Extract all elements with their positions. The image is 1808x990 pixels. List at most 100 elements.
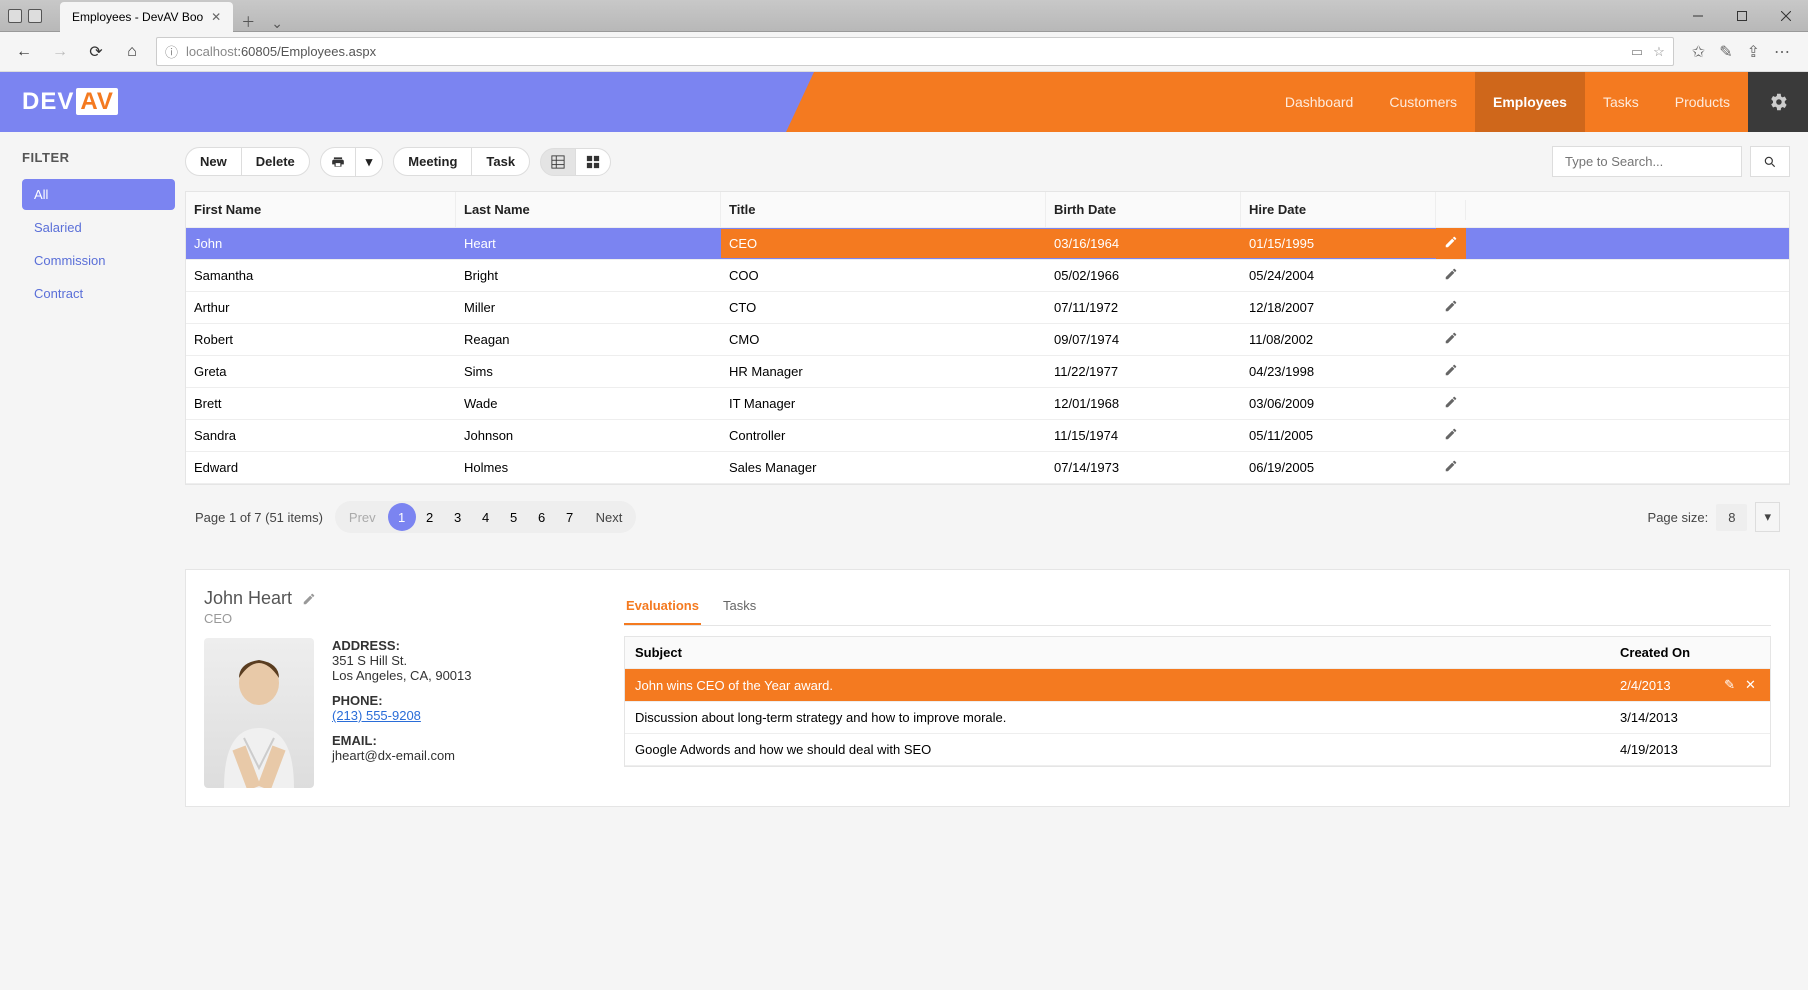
nav-tasks[interactable]: Tasks — [1585, 72, 1657, 132]
table-row[interactable]: EdwardHolmesSales Manager07/14/197306/19… — [186, 452, 1789, 484]
pager-prev[interactable]: Prev — [337, 504, 388, 531]
window-minimize-button[interactable] — [1676, 0, 1720, 32]
edit-row-icon[interactable] — [1436, 260, 1466, 291]
table-row[interactable]: ArthurMillerCTO07/11/197212/18/2007 — [186, 292, 1789, 324]
share-icon[interactable]: ⇪ — [1747, 42, 1760, 62]
tab-close-icon[interactable]: ✕ — [211, 10, 221, 24]
titlebar-app-icons — [0, 9, 50, 23]
avatar — [204, 638, 314, 788]
task-button[interactable]: Task — [471, 147, 530, 176]
browser-back-button[interactable]: ← — [12, 40, 36, 64]
eval-row[interactable]: John wins CEO of the Year award.2/4/2013… — [625, 669, 1770, 702]
browser-forward-button[interactable]: → — [48, 40, 72, 64]
col-last-name[interactable]: Last Name — [456, 192, 721, 227]
col-first-name[interactable]: First Name — [186, 192, 456, 227]
evaluations-table: Subject Created On John wins CEO of the … — [624, 636, 1771, 767]
edit-row-icon[interactable] — [1436, 452, 1466, 483]
edit-eval-icon[interactable]: ✎ — [1724, 677, 1735, 693]
app-logo[interactable]: DEVAV — [22, 88, 118, 116]
filter-salaried[interactable]: Salaried — [22, 212, 175, 243]
detail-tab-evaluations[interactable]: Evaluations — [624, 588, 701, 625]
filter-contract[interactable]: Contract — [22, 278, 175, 309]
detail-title: CEO — [204, 611, 604, 626]
table-row[interactable]: GretaSimsHR Manager11/22/197704/23/1998 — [186, 356, 1789, 388]
edit-row-icon[interactable] — [1436, 228, 1466, 259]
nav-dashboard[interactable]: Dashboard — [1267, 72, 1372, 132]
notes-icon[interactable]: ✎ — [1719, 42, 1732, 62]
pager: Page 1 of 7 (51 items) Prev 1234567 Next… — [185, 485, 1790, 549]
page-size-label: Page size: — [1648, 510, 1709, 525]
table-row[interactable]: SamanthaBrightCOO05/02/196605/24/2004 — [186, 260, 1789, 292]
favorite-icon[interactable]: ☆ — [1653, 44, 1665, 60]
more-icon[interactable]: ⋯ — [1774, 42, 1790, 62]
favorites-hub-icon[interactable]: ✩ — [1692, 42, 1705, 62]
browser-toolbar: ← → ⟳ ⌂ ⓘ localhost:60805/Employees.aspx… — [0, 32, 1808, 72]
settings-button[interactable] — [1748, 72, 1808, 132]
email-value: jheart@dx-email.com — [332, 748, 472, 763]
pager-page-1[interactable]: 1 — [388, 503, 416, 531]
edit-row-icon[interactable] — [1436, 420, 1466, 451]
edit-row-icon[interactable] — [1436, 324, 1466, 355]
new-button[interactable]: New — [185, 147, 242, 176]
pager-next[interactable]: Next — [584, 504, 635, 531]
reader-icon[interactable]: ▭ — [1631, 44, 1643, 60]
col-title[interactable]: Title — [721, 192, 1046, 227]
print-button[interactable] — [320, 147, 356, 177]
edit-row-icon[interactable] — [1436, 292, 1466, 323]
eval-row[interactable]: Discussion about long-term strategy and … — [625, 702, 1770, 734]
col-hire-date[interactable]: Hire Date — [1241, 192, 1436, 227]
new-tab-button[interactable]: ＋ — [233, 12, 263, 32]
table-row[interactable]: JohnHeartCEO03/16/196401/15/1995 — [186, 228, 1789, 260]
edit-name-icon[interactable] — [302, 592, 316, 606]
site-info-icon[interactable]: ⓘ — [165, 42, 178, 61]
browser-tab[interactable]: Employees - DevAV Boo ✕ — [60, 2, 233, 32]
filter-all[interactable]: All — [22, 179, 175, 210]
meeting-button[interactable]: Meeting — [393, 147, 472, 176]
filter-title: FILTER — [22, 150, 175, 165]
browser-home-button[interactable]: ⌂ — [120, 40, 144, 64]
url-path: :60805/Employees.aspx — [237, 44, 376, 59]
table-row[interactable]: RobertReaganCMO09/07/197411/08/2002 — [186, 324, 1789, 356]
nav-products[interactable]: Products — [1657, 72, 1748, 132]
filter-commission[interactable]: Commission — [22, 245, 175, 276]
search-input[interactable] — [1552, 146, 1742, 177]
pager-page-5[interactable]: 5 — [500, 503, 528, 531]
eval-row[interactable]: Google Adwords and how we should deal wi… — [625, 734, 1770, 766]
browser-titlebar: Employees - DevAV Boo ✕ ＋ ⌄ — [0, 0, 1808, 32]
window-close-button[interactable] — [1764, 0, 1808, 32]
pager-page-3[interactable]: 3 — [444, 503, 472, 531]
browser-refresh-button[interactable]: ⟳ — [84, 40, 108, 64]
edit-row-icon[interactable] — [1436, 356, 1466, 387]
col-birth-date[interactable]: Birth Date — [1046, 192, 1241, 227]
pager-page-7[interactable]: 7 — [556, 503, 584, 531]
filter-sidebar: FILTER AllSalariedCommissionContract — [0, 132, 185, 990]
url-bar[interactable]: ⓘ localhost:60805/Employees.aspx ▭ ☆ — [156, 37, 1674, 66]
eval-col-subject[interactable]: Subject — [625, 637, 1610, 668]
page-size-dropdown[interactable]: ▾ — [1755, 502, 1780, 532]
detail-tab-tasks[interactable]: Tasks — [721, 588, 758, 625]
email-label: EMAIL: — [332, 733, 472, 748]
card-view-button[interactable] — [575, 148, 611, 176]
edit-row-icon[interactable] — [1436, 388, 1466, 419]
grid-view-button[interactable] — [540, 148, 576, 176]
table-row[interactable]: SandraJohnsonController11/15/197405/11/2… — [186, 420, 1789, 452]
phone-link[interactable]: (213) 555-9208 — [332, 708, 472, 723]
pager-info: Page 1 of 7 (51 items) — [195, 510, 323, 525]
grid-toolbar: New Delete ▾ Meeting Task — [185, 146, 1790, 177]
eval-col-created[interactable]: Created On — [1610, 637, 1710, 668]
delete-button[interactable]: Delete — [241, 147, 310, 176]
delete-eval-icon[interactable]: ✕ — [1745, 677, 1756, 693]
tab-chevron-icon[interactable]: ⌄ — [263, 15, 291, 32]
print-dropdown[interactable]: ▾ — [355, 147, 384, 177]
pager-page-2[interactable]: 2 — [416, 503, 444, 531]
url-host: localhost — [186, 44, 237, 59]
pager-page-6[interactable]: 6 — [528, 503, 556, 531]
table-row[interactable]: BrettWadeIT Manager12/01/196803/06/2009 — [186, 388, 1789, 420]
window-maximize-button[interactable] — [1720, 0, 1764, 32]
nav-customers[interactable]: Customers — [1371, 72, 1475, 132]
employees-grid: First Name Last Name Title Birth Date Hi… — [185, 191, 1790, 485]
nav-employees[interactable]: Employees — [1475, 72, 1585, 132]
search-button[interactable] — [1750, 146, 1790, 177]
main-nav: DashboardCustomersEmployeesTasksProducts — [1267, 72, 1748, 132]
pager-page-4[interactable]: 4 — [472, 503, 500, 531]
